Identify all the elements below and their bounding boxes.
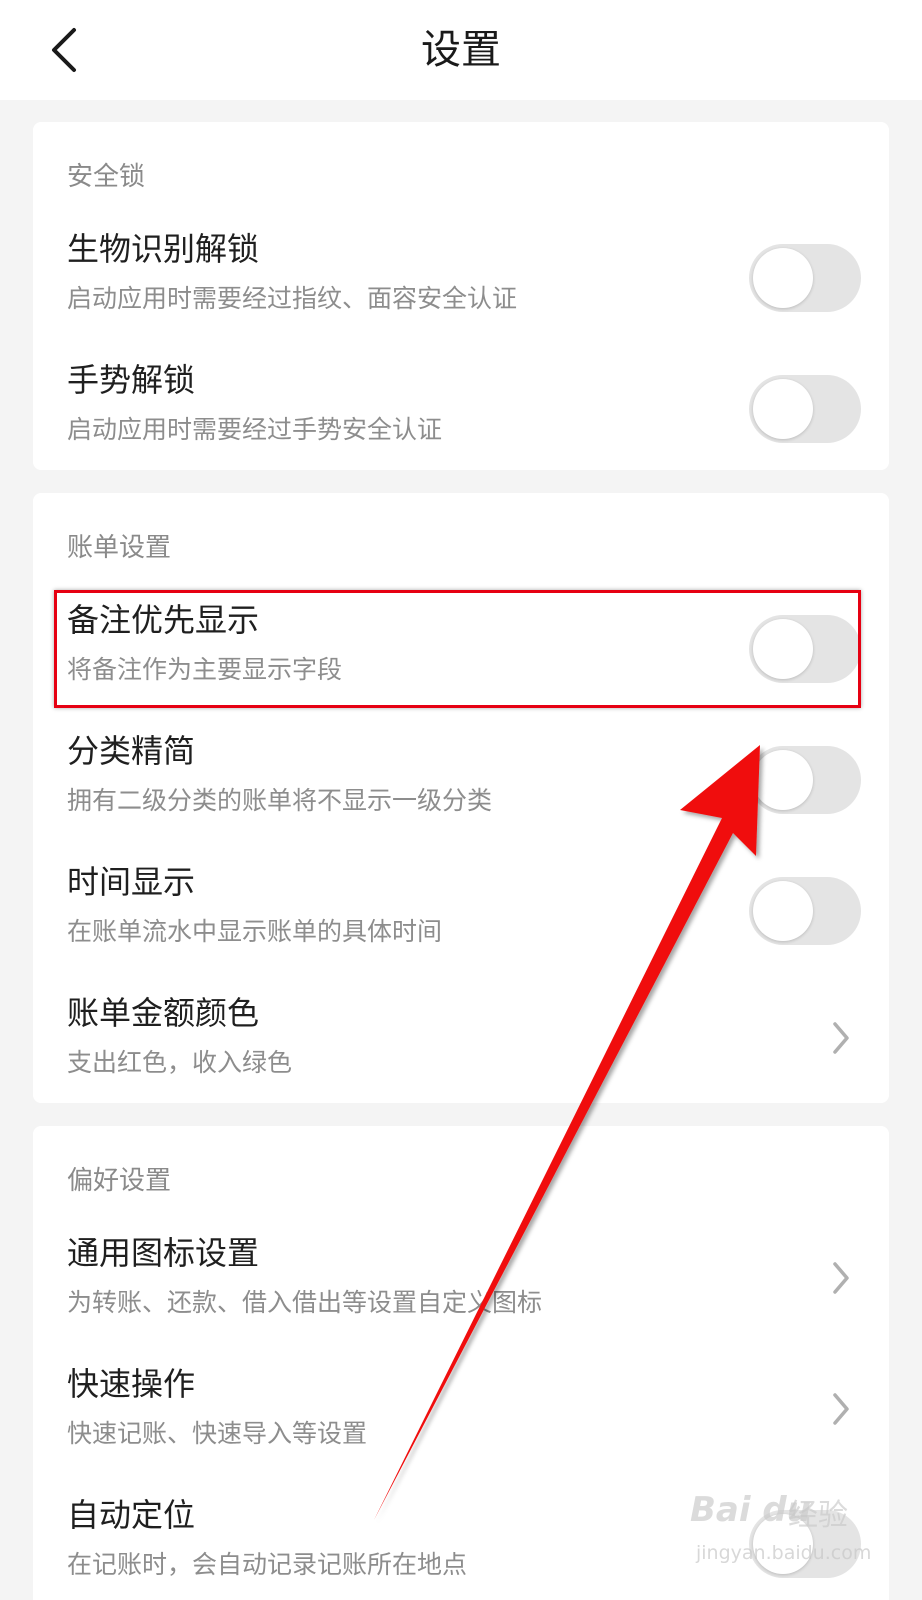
- chevron-right-icon: [833, 1393, 849, 1425]
- setting-row-time-display[interactable]: 时间显示 在账单流水中显示账单的具体时间: [33, 859, 889, 989]
- setting-subtitle: 为转账、还款、借入借出等设置自定义图标: [67, 1288, 543, 1317]
- toggle-knob: [753, 379, 813, 439]
- setting-row-amount-color[interactable]: 账单金额颜色 支出红色，收入绿色: [33, 990, 889, 1120]
- toggle-knob: [753, 881, 813, 941]
- setting-title: 备注优先显示: [67, 601, 260, 639]
- time-display-toggle[interactable]: [749, 877, 861, 945]
- toggle-knob: [753, 248, 813, 308]
- category-simplify-toggle[interactable]: [749, 746, 861, 814]
- setting-subtitle: 快速记账、快速导入等设置: [67, 1419, 368, 1448]
- setting-row-gesture-unlock[interactable]: 手势解锁 启动应用时需要经过手势安全认证: [33, 357, 889, 487]
- setting-subtitle: 拥有二级分类的账单将不显示一级分类: [67, 786, 493, 815]
- setting-subtitle: 在账单流水中显示账单的具体时间: [67, 917, 443, 946]
- section-bill-settings: 账单设置 备注优先显示 将备注作为主要显示字段 分类精简 拥有二级分类的账单将不…: [33, 493, 889, 1103]
- setting-title: 生物识别解锁: [67, 230, 260, 268]
- section-security-lock: 安全锁 生物识别解锁 启动应用时需要经过指纹、面容安全认证 手势解锁 启动应用时…: [33, 122, 889, 470]
- page-title: 设置: [421, 27, 501, 73]
- setting-title: 通用图标设置: [67, 1234, 260, 1272]
- setting-row-category-simplify[interactable]: 分类精简 拥有二级分类的账单将不显示一级分类: [33, 728, 889, 858]
- setting-row-biometric-unlock[interactable]: 生物识别解锁 启动应用时需要经过指纹、面容安全认证: [33, 226, 889, 356]
- toggle-knob: [753, 750, 813, 810]
- chevron-right-icon: [833, 1022, 849, 1054]
- setting-row-note-priority[interactable]: 备注优先显示 将备注作为主要显示字段: [33, 597, 889, 727]
- note-priority-toggle[interactable]: [749, 615, 861, 683]
- setting-subtitle: 启动应用时需要经过指纹、面容安全认证: [67, 284, 518, 313]
- section-preferences: 偏好设置 通用图标设置 为转账、还款、借入借出等设置自定义图标 快速操作 快速记…: [33, 1126, 889, 1600]
- setting-subtitle: 支出红色，收入绿色: [67, 1048, 293, 1077]
- setting-row-auto-location[interactable]: 自动定位 在记账时，会自动记录记账所在地点: [33, 1492, 889, 1600]
- setting-row-quick-actions[interactable]: 快速操作 快速记账、快速导入等设置: [33, 1361, 889, 1491]
- auto-location-toggle[interactable]: [749, 1510, 861, 1578]
- toggle-knob: [753, 619, 813, 679]
- chevron-right-icon: [833, 1262, 849, 1294]
- section-title: 安全锁: [67, 162, 146, 192]
- section-title: 账单设置: [67, 533, 172, 563]
- setting-subtitle: 启动应用时需要经过手势安全认证: [67, 415, 443, 444]
- gesture-unlock-toggle[interactable]: [749, 375, 861, 443]
- setting-subtitle: 将备注作为主要显示字段: [67, 655, 343, 684]
- header-bar: 设置: [0, 0, 922, 100]
- setting-title: 自动定位: [67, 1496, 196, 1534]
- setting-title: 时间显示: [67, 863, 196, 901]
- section-title: 偏好设置: [67, 1166, 172, 1196]
- setting-title: 快速操作: [67, 1365, 196, 1403]
- setting-subtitle: 在记账时，会自动记录记账所在地点: [67, 1550, 468, 1579]
- setting-title: 手势解锁: [67, 361, 196, 399]
- setting-title: 账单金额颜色: [67, 994, 260, 1032]
- setting-title: 分类精简: [67, 732, 196, 770]
- setting-row-common-icons[interactable]: 通用图标设置 为转账、还款、借入借出等设置自定义图标: [33, 1230, 889, 1360]
- biometric-unlock-toggle[interactable]: [749, 244, 861, 312]
- toggle-knob: [753, 1514, 813, 1574]
